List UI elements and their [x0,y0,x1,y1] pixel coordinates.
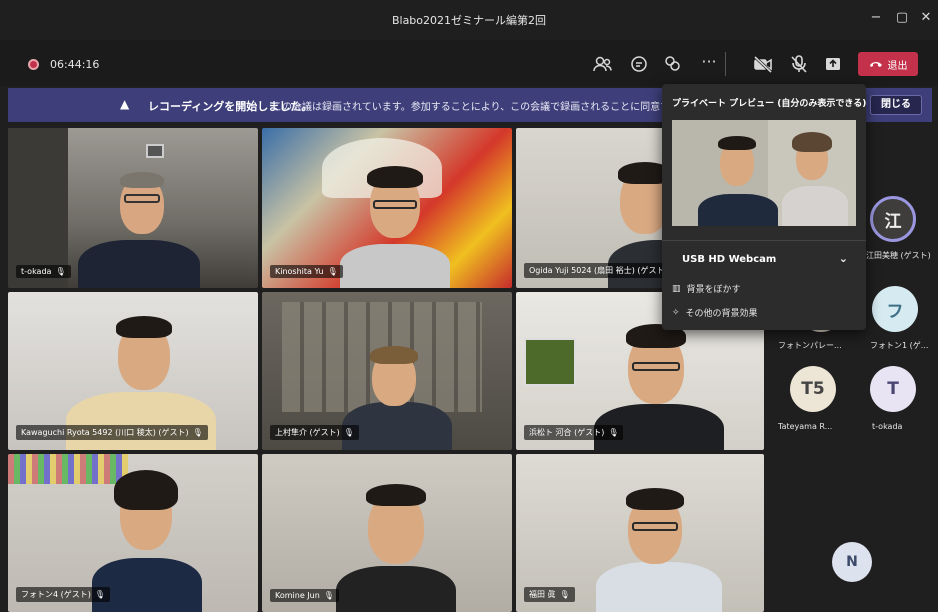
participants-icon[interactable] [592,53,614,75]
camera-select[interactable]: USB HD Webcam ⌄ [672,250,856,272]
blur-background-option[interactable]: ▥ 背景をぼかす [672,282,741,296]
mic-icon: 🎙 [608,428,619,437]
video-tile[interactable]: フォトン4 (ゲスト) 🎙 [8,454,258,612]
warning-icon: ▲ [120,97,130,111]
meeting-timer: 06:44:16 [50,58,100,71]
share-screen-icon[interactable] [822,53,844,75]
private-preview-panel: プライベート プレビュー (自分のみ表示できる) USB HD Webcam ⌄… [662,84,866,330]
participant-name: Kawaguchi Ryota 5492 (川口 稜太) (ゲスト) 🎙 [16,425,208,440]
title-bar: Blabo2021ゼミナール編第2回 − ▢ ✕ [0,0,938,40]
mic-icon: 🎙 [559,590,570,599]
participant-name: 上村隼介 (ゲスト) 🎙 [270,425,359,440]
video-tile[interactable]: Komine Jun 🎙 [262,454,512,612]
mic-icon: 🎙 [192,428,203,437]
participant-name: Kinoshita Yu 🎙 [270,265,343,278]
blur-label: 背景をぼかす [686,285,741,295]
mic-icon: 🎙 [343,428,354,437]
camera-off-icon[interactable] [752,53,774,75]
more-options-icon[interactable]: ··· [698,53,720,75]
avatar-label: 江田美穂 (ゲスト) [866,251,931,260]
background-effects-option[interactable]: ✧ その他の背景効果 [672,306,758,320]
video-tile[interactable]: Kawaguchi Ryota 5492 (川口 稜太) (ゲスト) 🎙 [8,292,258,450]
leave-button[interactable]: 退出 [858,52,918,76]
window-title: Blabo2021ゼミナール編第2回 [391,14,547,27]
avatar[interactable]: T [870,366,916,412]
reactions-icon[interactable] [662,53,684,75]
video-tile[interactable]: t-okada 🎙 [8,128,258,288]
participant-name: t-okada 🎙 [16,265,71,278]
camera-name: USB HD Webcam [682,254,777,265]
preview-title: プライベート プレビュー (自分のみ表示できる) [672,99,867,109]
avatar-label: Tateyama R... [778,422,833,431]
participant-name: 浜松ト 河合 (ゲスト) 🎙 [524,425,624,440]
video-tile[interactable]: Kinoshita Yu 🎙 [262,128,512,288]
phone-icon [869,62,882,67]
blur-icon: ▥ [672,283,681,294]
mic-off-icon[interactable] [788,53,810,75]
avatar[interactable]: 江 [870,196,916,242]
mic-icon: 🎙 [55,267,66,276]
avatar-label: フォトン1 (ゲ... [870,341,929,350]
chevron-down-icon: ⌄ [838,252,848,265]
meeting-toolbar: 06:44:16 ··· 退出 [0,40,938,86]
banner-message: この会議は録画されています。参加することにより、この会議で録画されることに同意す… [272,102,668,113]
avatar[interactable]: フ [872,286,918,332]
video-tile[interactable]: 上村隼介 (ゲスト) 🎙 [262,292,512,450]
self-preview-video [672,120,856,226]
close-window-button[interactable]: ✕ [916,10,936,25]
minimize-button[interactable]: − [866,10,886,25]
mic-icon: 🎙 [327,267,338,276]
close-banner-button[interactable]: 閉じる [870,95,922,115]
avatar-label: フォトンパレー... [778,341,842,350]
participant-name: Komine Jun 🎙 [270,589,339,602]
chat-icon[interactable] [628,53,650,75]
participant-name: フォトン4 (ゲスト) 🎙 [16,587,111,602]
participant-name: 福田 眞 🎙 [524,587,575,602]
recording-icon [28,59,39,70]
avatar-label: t-okada [872,422,903,431]
video-tile[interactable]: 福田 眞 🎙 [516,454,764,612]
avatar[interactable]: N [832,542,872,582]
participant-name: Ogida Yuji 5024 (扇田 裕士) (ゲスト) [524,263,673,278]
leave-label: 退出 [887,60,908,72]
toolbar-divider [725,52,726,76]
effects-label: その他の背景効果 [685,309,758,319]
maximize-button[interactable]: ▢ [892,10,912,25]
magic-wand-icon: ✧ [672,307,680,318]
mic-icon: 🎙 [323,591,334,600]
avatar[interactable]: T5 [790,366,836,412]
mic-icon: 🎙 [94,590,106,599]
preview-divider [662,240,866,241]
